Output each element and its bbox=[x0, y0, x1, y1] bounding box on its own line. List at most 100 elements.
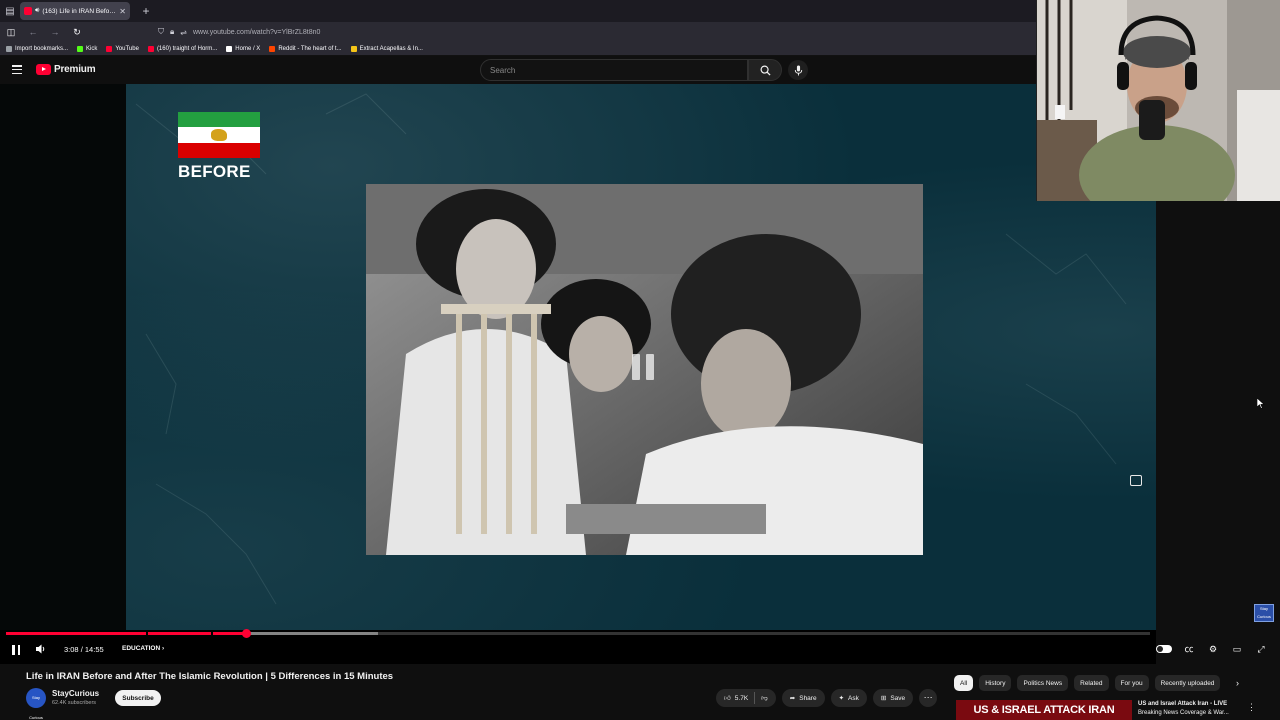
pause-button[interactable] bbox=[12, 645, 20, 655]
bookmark-favicon-icon bbox=[106, 45, 113, 52]
bookmark-favicon-icon bbox=[6, 45, 12, 52]
youtube-favicon-icon bbox=[24, 7, 32, 15]
reload-icon[interactable]: ↻ bbox=[70, 27, 84, 38]
ask-button[interactable]: ✦ Ask bbox=[830, 689, 867, 707]
bookmark-label: (160) traight of Horm... bbox=[156, 45, 218, 52]
youtube-premium-logo[interactable]: Premium bbox=[36, 64, 96, 75]
chevron-right-icon: › bbox=[161, 645, 165, 652]
chip-for-you[interactable]: For you bbox=[1114, 675, 1149, 691]
bookmark-item[interactable]: Extract Acapellas & In... bbox=[350, 45, 423, 52]
browser-tab-active[interactable]: 🔊︎ (163) Life in IRAN Before an ✕ bbox=[20, 2, 130, 20]
search-input[interactable]: Search bbox=[480, 59, 748, 81]
video-title: Life in IRAN Before and After The Islami… bbox=[26, 671, 394, 682]
bookmark-item[interactable]: Kick bbox=[77, 45, 97, 52]
search-button[interactable] bbox=[748, 59, 782, 81]
tab-list-icon[interactable]: ▤ bbox=[0, 0, 20, 22]
browser-nav-bar: ◫ ← → ↻ ⛉ 🔒︎ ⇌ www.youtube.com/watch?v=Y… bbox=[0, 22, 1036, 42]
chapter-marker bbox=[211, 632, 213, 635]
bookmark-item[interactable]: Import bookmarks... bbox=[6, 45, 69, 52]
mouse-cursor-icon bbox=[1256, 396, 1265, 414]
bookmark-item[interactable]: Home / X bbox=[226, 45, 261, 52]
share-button[interactable]: ➦ Share bbox=[781, 689, 825, 707]
chip-history[interactable]: History bbox=[979, 675, 1012, 691]
chip-politics-news[interactable]: Politics News bbox=[1017, 675, 1069, 691]
video-frame[interactable]: BEFORE bbox=[126, 84, 1156, 630]
video-player[interactable]: BEFORE bbox=[0, 84, 1156, 664]
voice-search-button[interactable] bbox=[788, 60, 808, 80]
close-tab-icon[interactable]: ✕ bbox=[119, 7, 126, 16]
logo-text: Premium bbox=[54, 64, 96, 75]
autoplay-toggle[interactable] bbox=[1156, 645, 1172, 653]
time-separator: / bbox=[80, 645, 83, 654]
chevron-right-icon[interactable]: › bbox=[1236, 678, 1239, 688]
video-info-section: Life in IRAN Before and After The Islami… bbox=[0, 664, 1280, 720]
miniplayer-icon[interactable] bbox=[1130, 475, 1142, 486]
settings-gear-icon[interactable]: ⚙ bbox=[1206, 643, 1220, 655]
volume-icon[interactable] bbox=[36, 644, 47, 657]
forward-icon[interactable]: → bbox=[48, 27, 62, 37]
chip-recently-uploaded[interactable]: Recently uploaded bbox=[1154, 675, 1221, 691]
lock-icon[interactable]: 🔒︎ bbox=[170, 27, 174, 37]
channel-watermark[interactable]: Stay Curious bbox=[1254, 604, 1274, 622]
shield-icon[interactable]: ⛉ bbox=[158, 27, 164, 37]
bookmark-item[interactable]: YouTube bbox=[106, 45, 139, 52]
more-actions-button[interactable]: ⋯ bbox=[919, 689, 938, 707]
fullscreen-icon[interactable]: ⤢ bbox=[1254, 643, 1268, 655]
chapter-button[interactable]: EDUCATION › bbox=[122, 645, 164, 652]
chip-all[interactable]: All bbox=[954, 675, 974, 691]
save-button[interactable]: ⊞ Save bbox=[872, 689, 914, 707]
recommended-video[interactable]: US & ISRAEL ATTACK IRAN US and Israel At… bbox=[956, 700, 1280, 720]
bookmark-icon: ⊞ bbox=[880, 695, 887, 702]
scrubber-handle[interactable] bbox=[242, 629, 251, 638]
bookmark-favicon-icon bbox=[269, 45, 276, 52]
bookmark-favicon-icon bbox=[226, 45, 233, 52]
bookmark-label: Import bookmarks... bbox=[15, 45, 69, 52]
bookmarks-bar: Import bookmarks... Kick YouTube (160) trai… bbox=[0, 42, 1036, 56]
channel-name[interactable]: StayCurious bbox=[52, 689, 99, 698]
theater-mode-icon[interactable]: ▭ bbox=[1230, 643, 1244, 655]
lion-and-sun-emblem-icon bbox=[211, 129, 227, 141]
like-count[interactable]: 5.7K bbox=[735, 695, 748, 702]
url-bar[interactable]: ⛉ 🔒︎ ⇌ www.youtube.com/watch?v=YlBrZL8t8… bbox=[158, 24, 1032, 40]
player-controls: 3:08 / 14:55 EDUCATION › ㏄ ⚙ ▭ ⤢ bbox=[0, 640, 1280, 660]
like-dislike-group: 👍︎ 5.7K 👎︎ bbox=[716, 689, 776, 707]
new-tab-button[interactable]: + bbox=[136, 4, 156, 18]
played-bar bbox=[6, 632, 246, 635]
search-icon bbox=[760, 65, 771, 76]
sidebar-toggle-icon[interactable]: ◫ bbox=[4, 27, 18, 38]
bookmark-favicon-icon bbox=[350, 45, 357, 52]
recommended-info[interactable]: US and Israel Attack Iran - LIVE Breakin… bbox=[1132, 700, 1229, 720]
dislike-icon[interactable]: 👎︎ bbox=[761, 694, 768, 702]
video-actions: 👍︎ 5.7K 👎︎ ➦ Share ✦ Ask ⊞ Save ⋯ bbox=[716, 689, 938, 707]
permissions-icon[interactable]: ⇌ bbox=[180, 28, 187, 37]
letterbox-left bbox=[0, 84, 126, 630]
chapter-marker bbox=[146, 632, 148, 635]
historical-photo bbox=[366, 184, 923, 555]
url-text[interactable]: www.youtube.com/watch?v=YlBrZL8t8n0 bbox=[193, 29, 320, 36]
chip-related[interactable]: Related bbox=[1074, 675, 1109, 691]
kebab-menu-icon[interactable]: ⋮ bbox=[1247, 702, 1256, 713]
sparkle-icon: ✦ bbox=[838, 695, 845, 702]
back-icon[interactable]: ← bbox=[26, 27, 40, 37]
audio-icon[interactable]: 🔊︎ bbox=[35, 7, 39, 15]
pause-overlay-icon[interactable] bbox=[628, 354, 658, 384]
page-right-area bbox=[1156, 201, 1280, 664]
channel-avatar[interactable]: Stay Curious bbox=[26, 688, 46, 720]
before-label: BEFORE bbox=[178, 162, 251, 181]
hamburger-menu-icon[interactable] bbox=[12, 65, 22, 74]
bookmark-label: YouTube bbox=[115, 45, 139, 52]
like-icon[interactable]: 👍︎ bbox=[724, 694, 731, 702]
browser-tab-strip: ▤ 🔊︎ (163) Life in IRAN Before an ✕ + bbox=[0, 0, 1036, 22]
recommended-title: US and Israel Attack Iran - LIVE bbox=[1138, 701, 1228, 707]
captions-icon[interactable]: ㏄ bbox=[1182, 643, 1196, 655]
recommendation-chips: All History Politics News Related For you Rec… bbox=[954, 675, 1221, 691]
search-placeholder: Search bbox=[490, 65, 516, 75]
progress-bar[interactable] bbox=[6, 629, 1150, 638]
subscribe-button[interactable]: Subscribe bbox=[115, 690, 161, 706]
webcam-overlay bbox=[1036, 0, 1280, 201]
recommended-thumbnail[interactable]: US & ISRAEL ATTACK IRAN bbox=[956, 700, 1132, 720]
bookmark-item[interactable]: Reddit - The heart of t... bbox=[269, 45, 342, 52]
bookmark-label: Home / X bbox=[235, 45, 261, 52]
bookmark-item[interactable]: (160) traight of Horm... bbox=[147, 45, 218, 52]
player-right-controls: ㏄ ⚙ ▭ ⤢ bbox=[1156, 643, 1268, 655]
